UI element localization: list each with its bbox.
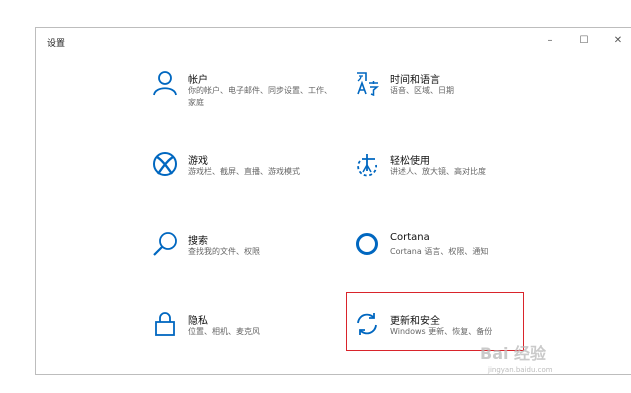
close-button[interactable]: ✕	[604, 30, 631, 50]
tile-gaming[interactable]: 游戏 游戏栏、截屏、直播、游戏模式	[152, 151, 342, 195]
tile-accounts[interactable]: 帐户 你的帐户、电子邮件、同步设置、工作、家庭	[152, 70, 342, 114]
settings-window: 设置 – ☐ ✕ 帐户 你的帐户、电子邮件、同步设置、工作、家庭 时间和语言 语…	[35, 27, 631, 375]
window-title: 设置	[47, 39, 66, 49]
tile-cortana[interactable]: Cortana Cortana 语言、权限、通知	[354, 231, 544, 275]
watermark-logo: Bai 经验	[480, 344, 547, 363]
tile-desc: 游戏栏、截屏、直播、游戏模式	[188, 167, 300, 176]
tile-search[interactable]: 搜索 查找我的文件、权限	[152, 231, 342, 275]
tile-ease-of-access[interactable]: 轻松使用 讲述人、放大镜、高对比度	[354, 151, 544, 195]
tile-name: 游戏	[188, 156, 208, 167]
tile-desc: 你的帐户、电子邮件、同步设置、工作、家庭	[188, 86, 332, 107]
tile-privacy[interactable]: 隐私 位置、相机、麦克风	[152, 311, 342, 355]
lock-icon	[155, 312, 175, 336]
tile-name: 轻松使用	[390, 156, 430, 167]
person-icon	[153, 71, 177, 96]
tile-desc: 讲述人、放大镜、高对比度	[390, 167, 486, 176]
tile-name: 帐户	[188, 75, 208, 86]
tile-desc: 查找我的文件、权限	[188, 247, 260, 256]
language-icon	[357, 72, 380, 96]
tile-name: 搜索	[188, 236, 208, 247]
ease-of-access-icon	[357, 154, 377, 177]
search-icon	[153, 232, 177, 256]
tile-name: 隐私	[188, 316, 208, 327]
xbox-icon	[153, 152, 177, 176]
cortana-icon	[356, 233, 378, 255]
maximize-button[interactable]: ☐	[570, 30, 598, 50]
watermark-url: jingyan.baidu.com	[488, 366, 553, 374]
tile-desc: 位置、相机、麦克风	[188, 327, 260, 336]
tile-name: Cortana	[390, 232, 430, 243]
tile-desc: 语音、区域、日期	[390, 86, 454, 95]
tile-desc: Cortana 语言、权限、通知	[390, 247, 489, 256]
tile-name: 时间和语言	[390, 75, 440, 86]
minimize-button[interactable]: –	[536, 30, 564, 50]
tile-time-language[interactable]: 时间和语言 语音、区域、日期	[354, 70, 544, 114]
